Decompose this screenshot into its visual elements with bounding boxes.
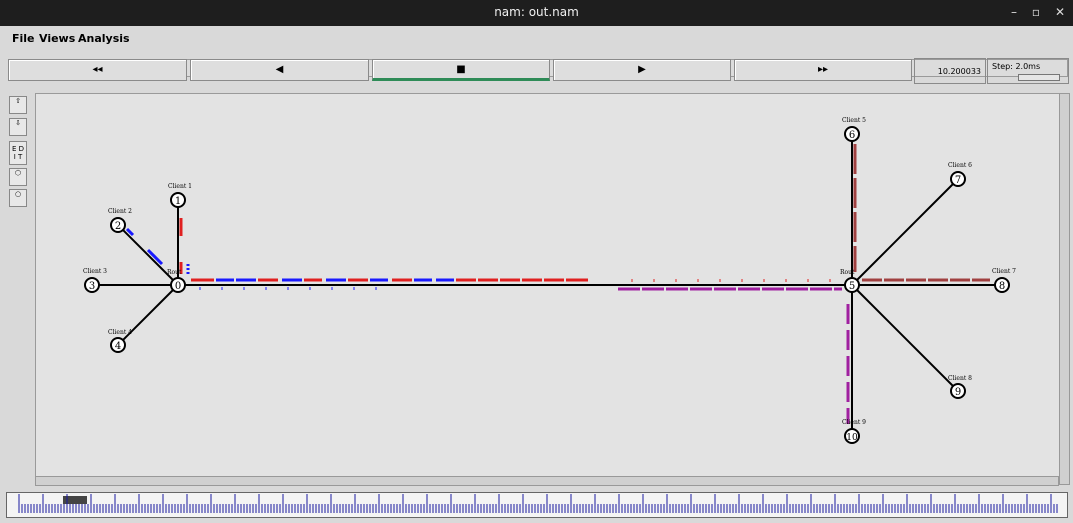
step-control[interactable]: Step: 2.0ms [987, 58, 1069, 84]
node-8-id: 8 [999, 281, 1005, 292]
node-9[interactable]: 9 Client 8 [948, 375, 972, 399]
maximize-button[interactable]: ▫ [1026, 3, 1046, 21]
timeline-slider[interactable] [6, 492, 1068, 518]
node-6-label: Client 5 [842, 117, 866, 124]
node-0-label: Rout [167, 269, 182, 276]
node-2-label: Client 2 [108, 208, 132, 215]
tool-column: ⇧ ⇩ E DI T ⬡ ○ [7, 94, 29, 484]
horizontal-scrollbar[interactable] [35, 476, 1059, 486]
stop-button[interactable]: ■ [372, 59, 550, 81]
node-5-label: Rout [840, 269, 855, 276]
node-7-label: Client 6 [948, 162, 972, 169]
node-6-id: 6 [849, 130, 855, 141]
node-0-id: 0 [175, 281, 181, 292]
node-7-id: 7 [955, 175, 961, 186]
fast-forward-button[interactable]: ▸▸ [734, 59, 912, 81]
node-5-id: 5 [849, 281, 855, 292]
menu-file[interactable]: File [12, 32, 35, 45]
links [92, 134, 1002, 436]
node-6[interactable]: 6 Client 5 [842, 117, 866, 142]
node-7[interactable]: 7 Client 6 [948, 162, 972, 187]
window-title: nam: out.nam [494, 5, 579, 19]
play-button[interactable]: ▶ [553, 59, 731, 81]
rewind-button[interactable]: ◂◂ [8, 59, 187, 81]
hexagon-icon[interactable]: ⬡ [9, 168, 27, 186]
time-display: 10.200033 [914, 58, 986, 84]
node-1-id: 1 [175, 196, 181, 207]
menu-analysis[interactable]: Analysis [78, 32, 130, 45]
node-2[interactable]: 2 Client 2 [108, 208, 132, 233]
network-graph: 0 Rout 1 Client 1 2 Client 2 3 Client 3 … [83, 117, 1016, 444]
node-4-id: 4 [115, 341, 121, 352]
node-2-id: 2 [115, 221, 121, 232]
menu-views[interactable]: Views [39, 32, 75, 45]
node-3[interactable]: 3 Client 3 [83, 268, 107, 293]
vertical-scrollbar[interactable] [1059, 93, 1070, 485]
node-8-label: Client 7 [992, 268, 1016, 275]
node-10-id: 10 [846, 433, 858, 443]
menu-bar: File Views Analysis out.nam [0, 28, 1073, 77]
edit-button[interactable]: E DI T [9, 141, 27, 165]
network-canvas[interactable]: 0 Rout 1 Client 1 2 Client 2 3 Client 3 … [35, 93, 1061, 478]
node-10[interactable]: 10 Client 9 [842, 419, 866, 444]
close-button[interactable]: ✕ [1050, 3, 1070, 21]
node-3-id: 3 [89, 281, 95, 292]
zoom-in-icon[interactable]: ⇧ [9, 96, 27, 114]
step-label: Step: 2.0ms [992, 62, 1041, 71]
node-5[interactable]: 5 Rout [840, 269, 860, 293]
circle-icon[interactable]: ○ [9, 189, 27, 207]
step-slider[interactable] [1018, 74, 1060, 81]
title-bar: nam: out.nam – ▫ ✕ [0, 0, 1073, 26]
timeline-ruler [18, 494, 1058, 513]
node-9-label: Client 8 [948, 375, 972, 382]
step-back-button[interactable]: ◀ [190, 59, 369, 81]
node-8[interactable]: 8 Client 7 [992, 268, 1016, 293]
packet-flow-purple [618, 287, 850, 424]
node-1-label: Client 1 [168, 183, 192, 190]
node-3-label: Client 3 [83, 268, 107, 275]
minimize-button[interactable]: – [1004, 3, 1024, 21]
node-1[interactable]: 1 Client 1 [168, 183, 192, 208]
timeline-ticks [18, 494, 1058, 513]
node-10-label: Client 9 [842, 419, 866, 426]
node-9-id: 9 [955, 387, 961, 398]
zoom-out-icon[interactable]: ⇩ [9, 118, 27, 136]
node-4[interactable]: 4 Client 4 [108, 329, 132, 353]
node-4-label: Client 4 [108, 329, 132, 336]
